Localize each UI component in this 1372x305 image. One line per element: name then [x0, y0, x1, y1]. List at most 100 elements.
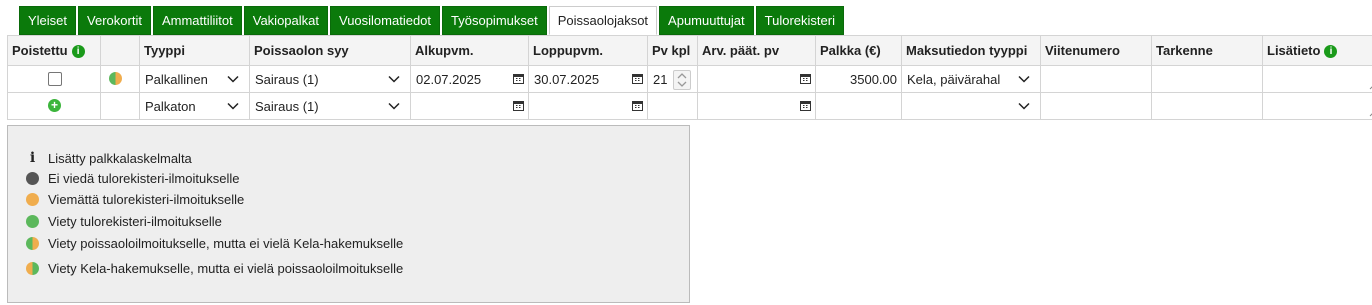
chevron-down-icon	[227, 102, 239, 110]
tab-apumuuttujat[interactable]: Apumuuttujat	[659, 6, 754, 35]
col-poissaolon-syy: Poissaolon syy	[249, 35, 411, 66]
tab-verokortit[interactable]: Verokortit	[78, 6, 151, 35]
tab-poissaolojaksot[interactable]: Poissaolojaksot	[548, 6, 658, 35]
alkupvm-input[interactable]	[410, 92, 529, 120]
info-icon[interactable]: i	[1324, 45, 1338, 59]
pv-kpl-input[interactable]: 21	[647, 65, 698, 93]
tyyppi-value: Palkaton	[145, 99, 196, 114]
table-row: + Palkaton Sairaus (1)	[7, 92, 1372, 120]
calendar-icon[interactable]	[632, 73, 643, 84]
chevron-down-icon	[1018, 102, 1030, 110]
tyyppi-select[interactable]: Palkallinen	[139, 65, 250, 93]
legend-label: Ei viedä tulorekisteri-ilmoitukselle	[48, 171, 240, 186]
legend-item-info: i Lisätty palkkalaskelmalta	[26, 150, 192, 166]
calendar-icon[interactable]	[513, 73, 524, 84]
poistettu-cell: +	[7, 92, 101, 120]
col-alkupvm: Alkupvm.	[410, 35, 529, 66]
calendar-icon[interactable]	[800, 100, 811, 111]
tarkenne-input[interactable]	[1151, 65, 1263, 93]
syy-select[interactable]: Sairaus (1)	[249, 92, 411, 120]
col-tyyppi: Tyyppi	[139, 35, 250, 66]
tab-tulorekisteri[interactable]: Tulorekisteri	[755, 6, 844, 35]
half-dot-icon	[26, 237, 39, 250]
delete-checkbox[interactable]	[48, 72, 62, 86]
viitenumero-input[interactable]	[1040, 92, 1152, 120]
arv-paat-pv-input[interactable]	[697, 92, 816, 120]
palkka-input[interactable]	[815, 92, 902, 120]
loppupvm-value: 30.07.2025	[534, 72, 600, 87]
absence-table: Poistettu i Tyyppi Poissaolon syy Alkupvm…	[7, 35, 1372, 120]
calendar-icon[interactable]	[632, 100, 643, 111]
gray-dot-icon	[26, 172, 39, 185]
legend-item-orange: Viemättä tulorekisteri-ilmoitukselle	[26, 192, 244, 207]
tab-vuosilomatiedot[interactable]: Vuosilomatiedot	[330, 6, 441, 35]
chevron-down-icon	[388, 75, 400, 83]
legend-item-green: Viety tulorekisteri-ilmoitukselle	[26, 214, 222, 229]
legend-label: Viety tulorekisteri-ilmoitukselle	[48, 214, 222, 229]
col-status	[100, 35, 140, 66]
tab-tyosopimukset[interactable]: Työsopimukset	[442, 6, 547, 35]
chevron-down-icon	[227, 75, 239, 83]
calendar-icon[interactable]	[800, 73, 811, 84]
loppupvm-input[interactable]: 30.07.2025	[528, 65, 648, 93]
legend-label: Viemättä tulorekisteri-ilmoitukselle	[48, 192, 245, 207]
legend-label: Lisätty palkkalaskelmalta	[48, 150, 192, 166]
legend-item-half1: Viety poissaoloilmoitukselle, mutta ei v…	[26, 236, 403, 251]
col-maksutiedon-tyyppi: Maksutiedon tyyppi	[901, 35, 1041, 66]
tyyppi-value: Palkallinen	[145, 72, 208, 87]
poistettu-cell	[7, 65, 101, 93]
col-poistettu: Poistettu i	[7, 35, 101, 66]
lisatieto-textarea[interactable]	[1262, 65, 1372, 93]
status-legend: i Lisätty palkkalaskelmalta Ei viedä tulo…	[7, 125, 690, 303]
calendar-icon[interactable]	[513, 100, 524, 111]
tab-bar: Yleiset Verokortit Ammattiliitot Vakiopa…	[19, 6, 846, 35]
status-half-icon	[109, 72, 122, 85]
syy-select[interactable]: Sairaus (1)	[249, 65, 411, 93]
legend-label: Viety Kela-hakemukselle, mutta ei vielä …	[48, 261, 404, 276]
loppupvm-input[interactable]	[528, 92, 648, 120]
chevron-down-icon	[388, 102, 400, 110]
syy-value: Sairaus (1)	[255, 99, 319, 114]
legend-item-half2: Viety Kela-hakemukselle, mutta ei vielä …	[26, 261, 403, 276]
alkupvm-value: 02.07.2025	[416, 72, 482, 87]
col-arv-paat-pv: Arv. päät. pv	[697, 35, 816, 66]
viitenumero-input[interactable]	[1040, 65, 1152, 93]
palkka-input[interactable]: 3500.00	[815, 65, 902, 93]
maksutyyppi-select[interactable]: Kela, päivärahal	[901, 65, 1041, 93]
tab-yleiset[interactable]: Yleiset	[19, 6, 77, 35]
maksutyyppi-value: Kela, päivärahal	[907, 72, 1001, 87]
tarkenne-input[interactable]	[1151, 92, 1263, 120]
col-palkka: Palkka (€)	[815, 35, 902, 66]
orange-dot-icon	[26, 193, 39, 206]
alkupvm-input[interactable]: 02.07.2025	[410, 65, 529, 93]
add-row-icon[interactable]: +	[48, 99, 61, 112]
pv-kpl-input[interactable]	[647, 92, 698, 120]
table-row: Palkallinen Sairaus (1) 02.07.2025 30.07…	[7, 65, 1372, 93]
tyyppi-select[interactable]: Palkaton	[139, 92, 250, 120]
col-viitenumero: Viitenumero	[1040, 35, 1152, 66]
spinner-icon[interactable]	[673, 70, 691, 90]
lisatieto-textarea[interactable]	[1262, 92, 1372, 120]
green-dot-icon	[26, 215, 39, 228]
info-icon[interactable]: i	[71, 45, 85, 59]
tab-vakiopalkat[interactable]: Vakiopalkat	[243, 6, 328, 35]
half-dot-icon	[26, 262, 39, 275]
col-pv-kpl: Pv kpl	[647, 35, 698, 66]
status-cell	[100, 92, 140, 120]
legend-item-gray: Ei viedä tulorekisteri-ilmoitukselle	[26, 171, 239, 186]
tab-ammattiliitot[interactable]: Ammattiliitot	[152, 6, 242, 35]
col-lisatieto: Lisätieto i	[1262, 35, 1372, 66]
legend-label: Viety poissaoloilmoitukselle, mutta ei v…	[48, 236, 404, 251]
col-tarkenne: Tarkenne	[1151, 35, 1263, 66]
maksutyyppi-select[interactable]	[901, 92, 1041, 120]
col-loppupvm: Loppupvm.	[528, 35, 648, 66]
status-cell	[100, 65, 140, 93]
arv-paat-pv-input[interactable]	[697, 65, 816, 93]
chevron-down-icon	[1018, 75, 1030, 83]
pv-kpl-value: 21	[653, 72, 668, 87]
resize-handle-icon[interactable]	[1367, 80, 1372, 90]
palkka-value: 3500.00	[850, 72, 897, 87]
syy-value: Sairaus (1)	[255, 72, 319, 87]
resize-handle-icon[interactable]	[1367, 107, 1372, 117]
header-row: Poistettu i Tyyppi Poissaolon syy Alkupvm…	[7, 35, 1372, 66]
